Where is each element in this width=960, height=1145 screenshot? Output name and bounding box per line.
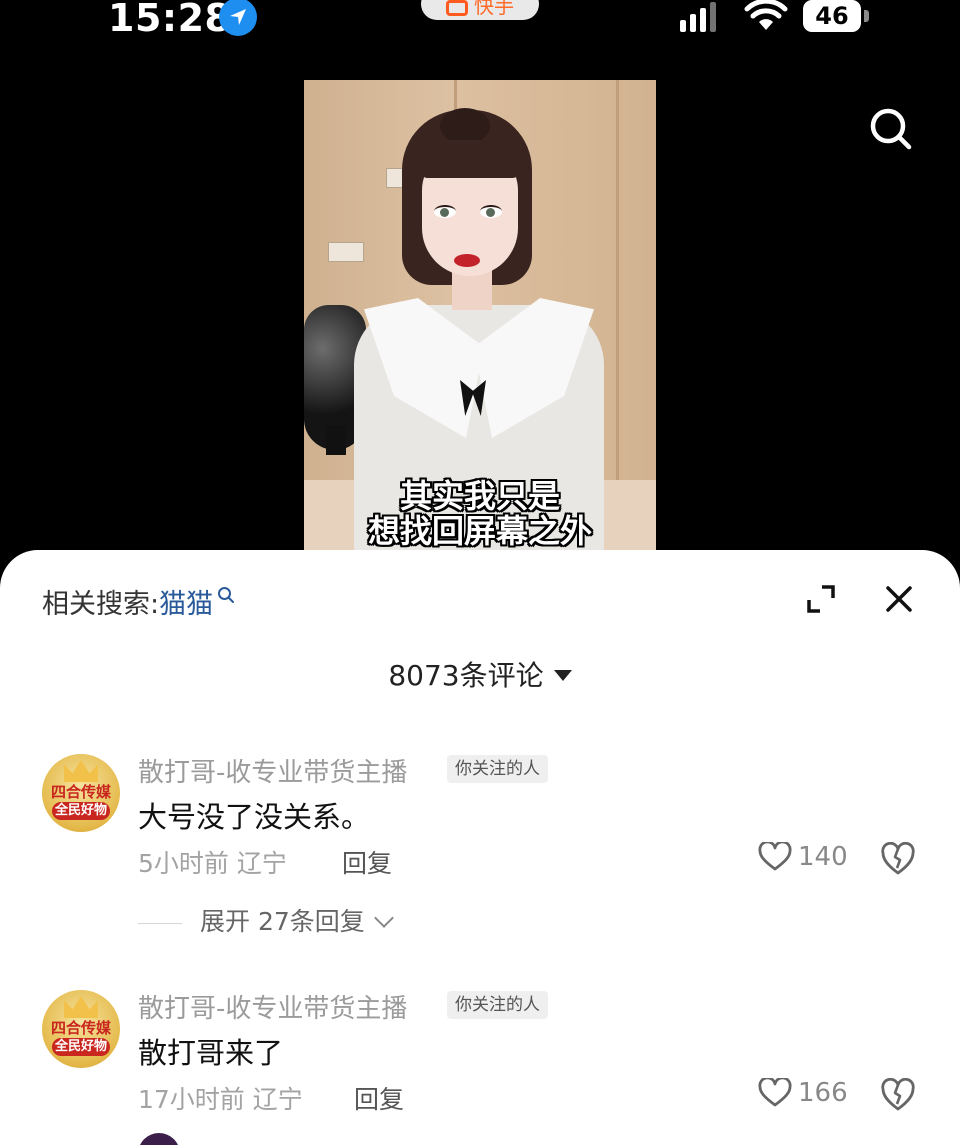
divider-line [138, 922, 182, 924]
person-bangs [420, 140, 520, 178]
close-icon[interactable] [884, 584, 914, 614]
comment-count-sort[interactable]: 8073条评论 [0, 654, 960, 694]
avatar[interactable]: 四合传媒 全民好物 [42, 754, 120, 832]
status-time: 15:28 [108, 0, 232, 40]
person-eye [434, 205, 456, 218]
heart-outline-icon [758, 1078, 792, 1107]
video-subtitle-line2: 想找回屏幕之外 [367, 512, 592, 550]
avatar[interactable]: 四合传媒 全民好物 [42, 990, 120, 1068]
broken-heart-icon[interactable] [880, 842, 916, 876]
app-indicator: 快手 [421, 0, 539, 20]
comments-sheet: 相关搜索:猫猫 8073条评论 四合传媒 全民好物 散打哥-收专业带货主播 你关… [0, 550, 960, 1145]
comment-username[interactable]: 散打哥-收专业带货主播 [138, 988, 407, 1025]
search-icon [218, 587, 235, 603]
video-player[interactable]: 其实我只是 想找回屏幕之外 [304, 80, 656, 550]
related-search[interactable]: 相关搜索:猫猫 [42, 582, 235, 621]
wall-socket [328, 242, 364, 262]
search-icon[interactable] [866, 104, 914, 152]
following-tag: 你关注的人 [447, 755, 548, 783]
like-count: 166 [798, 1078, 848, 1108]
reply-button[interactable]: 回复 [354, 1080, 404, 1116]
crown-icon [64, 760, 98, 782]
expand-replies[interactable]: 展开 27条回复 [138, 902, 394, 938]
avatar-text: 四合传媒 [50, 783, 111, 801]
location-arrow-icon [219, 0, 257, 36]
broken-heart-icon[interactable] [880, 1078, 916, 1112]
comment-meta: 5小时前 辽宁 [138, 849, 287, 878]
battery-tip [864, 10, 869, 22]
person-eye [480, 205, 502, 218]
person-neck [452, 270, 492, 310]
chair-stand [326, 425, 346, 455]
comment-count: 8073条评论 [388, 659, 544, 692]
expand-replies-label: 展开 27条回复 [200, 907, 365, 936]
comment-username[interactable]: 散打哥-收专业带货主播 [138, 752, 407, 789]
reply-button[interactable]: 回复 [342, 844, 392, 880]
heart-outline-icon [758, 842, 792, 871]
kuaishou-logo-icon [446, 0, 468, 16]
related-search-keyword[interactable]: 猫猫 [159, 589, 213, 620]
avatar-badge-text: 全民好物 [52, 802, 110, 820]
crown-icon [64, 996, 98, 1018]
person-lips [454, 254, 480, 267]
avatar-text: 四合传媒 [50, 1019, 111, 1037]
avatar-badge-text: 全民好物 [52, 1038, 110, 1056]
wifi-icon [744, 0, 788, 30]
chevron-down-icon [373, 908, 394, 928]
person-hair-bun [440, 108, 490, 144]
caret-down-icon [553, 669, 572, 681]
app-name: 快手 [474, 0, 514, 18]
comment-text: 散打哥来了 [138, 1036, 284, 1070]
comment-meta: 17小时前 辽宁 [138, 1085, 303, 1114]
like-count: 140 [798, 842, 848, 872]
related-search-label: 相关搜索: [42, 589, 160, 620]
comment-item: 四合传媒 全民好物 散打哥-收专业带货主播 你关注的人 散打哥来了 17小时前 … [0, 988, 960, 1145]
comment-text: 大号没了没关系。 [138, 800, 371, 834]
following-tag: 你关注的人 [447, 991, 548, 1019]
video-subtitle-line1: 其实我只是 [399, 477, 560, 515]
expand-icon[interactable] [806, 584, 836, 614]
comment-item: 四合传媒 全民好物 散打哥-收专业带货主播 你关注的人 大号没了没关系。 5小时… [0, 752, 960, 912]
status-bar: 15:28 快手 46 [0, 0, 960, 40]
battery-indicator: 46 [803, 0, 861, 32]
